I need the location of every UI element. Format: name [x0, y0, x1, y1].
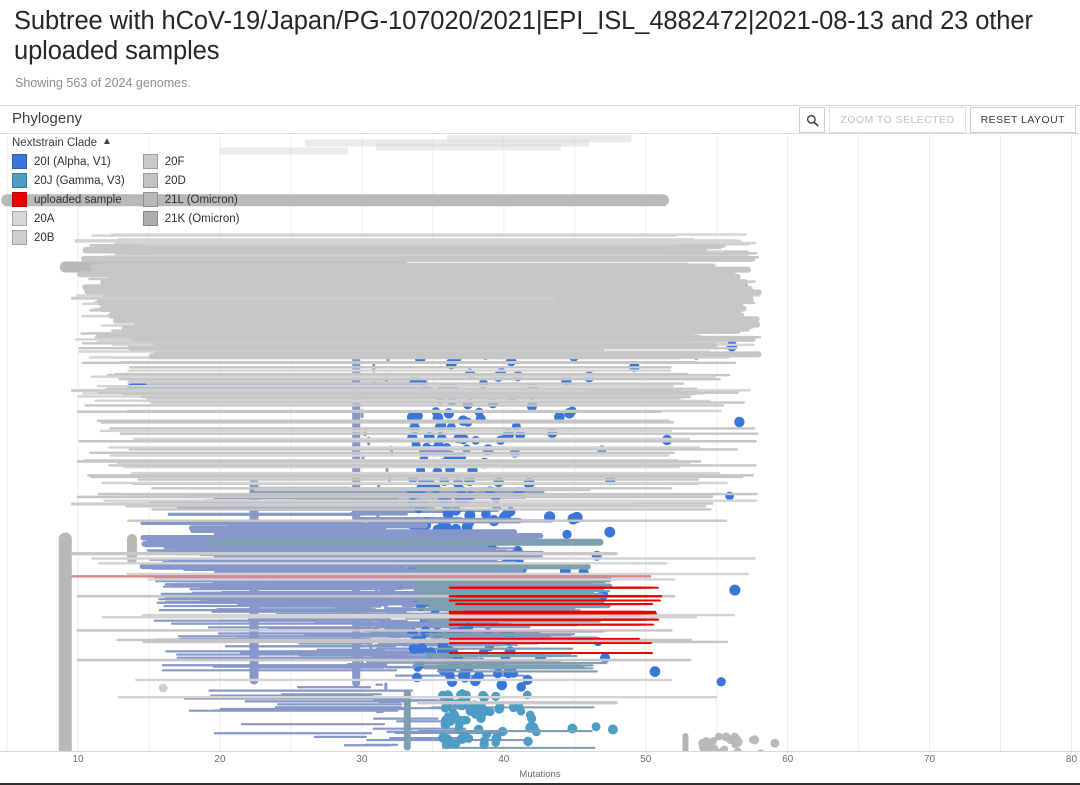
tree-tip-node [604, 526, 616, 538]
tree-tip-node [473, 724, 484, 735]
legend-item[interactable]: 21L (Omicron) [142, 191, 240, 208]
tree-tip-node [770, 738, 780, 748]
tree-tip-node [408, 644, 419, 654]
x-tick-label: 80 [1065, 754, 1078, 765]
legend-item[interactable]: 20F [142, 153, 240, 170]
tree-tip-node [447, 676, 458, 688]
legend-item[interactable]: uploaded sample [12, 191, 125, 208]
x-tick-label: 50 [640, 754, 652, 765]
legend-swatch [12, 192, 27, 207]
legend-swatch [142, 154, 158, 169]
x-tick-label: 40 [498, 754, 510, 765]
toolbar-controls: ZOOM TO SELECTED RESET LAYOUT [799, 107, 1080, 133]
legend-item-label: 21L (Omicron) [164, 193, 238, 206]
tree-tip-node [158, 683, 168, 693]
legend-item-label: 20B [34, 231, 55, 244]
legend-item[interactable]: 20J (Gamma, V3) [12, 172, 125, 189]
tree-tip-node [440, 733, 450, 743]
tree-tip-node [734, 737, 743, 747]
tree-tip-node [523, 736, 533, 747]
tree-tip-node [567, 513, 579, 525]
legend-item[interactable]: 21K (Omicron) [142, 210, 240, 227]
legend-title: Nextstrain Clade [12, 137, 98, 149]
legend-item[interactable]: 20D [142, 172, 240, 189]
legend-item-label: 20J (Gamma, V3) [34, 174, 125, 187]
tree-tip-node [480, 736, 489, 745]
legend-columns: 20I (Alpha, V1) 20J (Gamma, V3) uploaded s… [12, 153, 240, 246]
tree-tip-node [440, 703, 450, 713]
tree-tip-node [453, 715, 464, 726]
tree-tip-node [442, 690, 453, 701]
legend-item[interactable]: 20B [12, 229, 125, 246]
tree-tip-node [416, 643, 428, 654]
zoom-to-selected-button[interactable]: ZOOM TO SELECTED [829, 107, 966, 133]
x-axis-title: Mutations [519, 769, 561, 780]
page-header: Subtree with hCoV-19/Japan/PG-107020/202… [0, 0, 1080, 90]
tree-tip-node [729, 584, 741, 596]
tree-tip-node [481, 509, 491, 520]
tree-tip-node [591, 722, 601, 732]
clade-legend: Nextstrain Clade ▲ 20I (Alpha, V1) 20J (G… [12, 137, 240, 246]
genome-count-subtitle: Showing 563 of 2024 genomes. [15, 76, 191, 90]
legend-swatch [12, 154, 27, 169]
legend-toggle[interactable]: Nextstrain Clade ▲ [12, 136, 240, 150]
x-tick-label: 20 [214, 754, 226, 765]
legend-item-label: uploaded sample [34, 193, 122, 206]
x-tick-label: 60 [782, 754, 794, 765]
tree-tip-node [649, 666, 661, 677]
page-title: Subtree with hCoV-19/Japan/PG-107020/202… [14, 7, 1033, 65]
tree-tip-node [516, 707, 526, 716]
phylogeny-page: Subtree with hCoV-19/Japan/PG-107020/202… [0, 0, 1080, 785]
tree-tip-node [496, 679, 508, 691]
tree-tip-node [726, 340, 738, 352]
legend-item-label: 20A [34, 212, 55, 225]
tree-tip-node [562, 529, 572, 540]
legend-swatch [142, 211, 158, 226]
clipped-top-branches [219, 135, 632, 155]
tree-tip-node [491, 733, 502, 744]
panel-title: Phylogeny [12, 110, 83, 127]
legend-swatch [12, 173, 27, 188]
legend-swatch [142, 192, 158, 207]
legend-swatch [142, 173, 158, 188]
tree-tip-node [451, 739, 461, 749]
tree-tip-node [600, 652, 611, 664]
legend-item-label: 21K (Omicron) [164, 212, 240, 225]
tree-tip-node [716, 677, 726, 687]
legend-item-label: 20F [164, 155, 185, 168]
legend-swatch [12, 211, 27, 226]
legend-item[interactable]: 20A [12, 210, 125, 227]
search-button[interactable] [799, 107, 826, 133]
legend-item[interactable]: 20I (Alpha, V1) [12, 153, 125, 170]
legend-item-label: 20D [164, 174, 186, 187]
tree-tip-node [481, 706, 491, 716]
chevron-up-icon: ▲ [102, 136, 112, 147]
x-axis: 10 20 30 40 50 60 70 80 Mutations [0, 751, 1080, 785]
tree-tip-node [749, 736, 757, 744]
search-icon [806, 114, 819, 127]
x-tick-label: 70 [924, 754, 936, 765]
x-tick-label: 10 [72, 754, 84, 765]
legend-column-1: 20F 20D 21L (Omicron) 21K (Omicron) [142, 153, 240, 246]
tree-tip-node [525, 710, 535, 720]
phylogeny-panel: Phylogeny ZOOM TO SELECTED RESET LAYOUT … [0, 105, 1080, 785]
tree-tip-node [443, 408, 455, 419]
tree-tip-node [726, 735, 735, 745]
legend-column-0: 20I (Alpha, V1) 20J (Gamma, V3) uploaded s… [12, 153, 125, 246]
legend-swatch [12, 230, 27, 245]
tree-tip-node [734, 416, 745, 428]
x-tick-label: 30 [356, 754, 368, 765]
tree-tip-node [607, 724, 618, 735]
reset-layout-button[interactable]: RESET LAYOUT [969, 107, 1076, 133]
tree-tip-node [464, 733, 474, 743]
phylogeny-toolbar: Phylogeny ZOOM TO SELECTED RESET LAYOUT [0, 106, 1080, 134]
legend-item-label: 20I (Alpha, V1) [34, 155, 111, 168]
